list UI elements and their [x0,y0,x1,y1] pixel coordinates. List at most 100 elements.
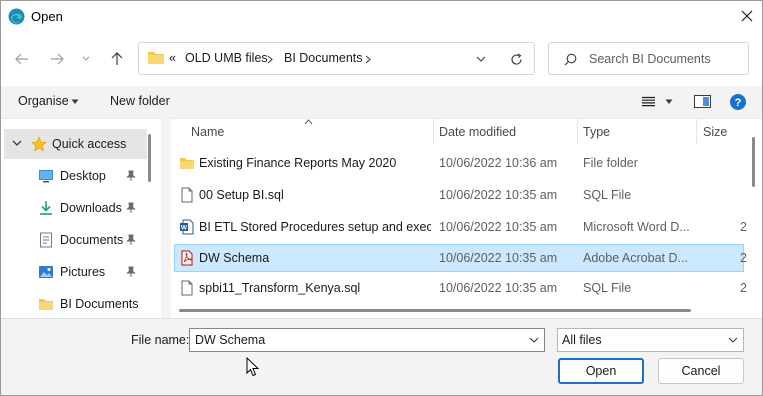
word-file-icon: W [180,219,194,235]
new-folder-button[interactable]: New folder [110,94,170,108]
breadcrumb-bi-documents[interactable]: BI Documents [284,51,363,65]
column-header-size[interactable]: Size [703,125,727,139]
file-name: 00 Setup BI.sql [199,188,284,202]
column-divider[interactable] [696,119,697,144]
back-button[interactable] [10,47,34,71]
file-size: 2 [740,281,747,295]
chevron-down-icon [71,99,79,104]
star-icon [31,136,47,152]
address-overflow[interactable]: « [169,51,176,65]
column-divider[interactable] [433,119,434,144]
navigation-bar: « OLD UMB files BI Documents Search BI D… [1,32,762,86]
documents-icon [40,232,52,248]
file-date: 10/06/2022 10:35 am [439,220,558,234]
file-date: 10/06/2022 10:35 am [439,251,558,265]
organise-menu[interactable]: Organise [18,94,69,108]
column-header-date[interactable]: Date modified [439,125,516,139]
file-name: Existing Finance Reports May 2020 [199,156,397,170]
cancel-button[interactable]: Cancel [658,358,744,384]
column-header-type[interactable]: Type [583,125,610,139]
folder-icon [180,158,194,169]
edge-browser-icon [8,8,25,25]
column-divider[interactable] [577,119,578,144]
file-date: 10/06/2022 10:35 am [439,281,558,295]
sidebar-item-desktop[interactable]: Desktop [1,161,148,191]
file-row-selected[interactable]: DW Schema 10/06/2022 10:35 am Adobe Acro… [174,244,747,272]
command-bar: Organise New folder ? [1,86,762,118]
close-button[interactable] [734,4,760,28]
file-name-label: File name: [131,333,190,347]
up-button[interactable] [105,47,129,71]
file-type-filter-value: All files [562,333,602,347]
breadcrumb-old-umb-files[interactable]: OLD UMB files [185,51,268,65]
mouse-cursor-icon [246,357,260,377]
file-name-input[interactable]: DW Schema [189,328,545,352]
view-list-icon[interactable] [642,96,655,107]
open-dialog: Open « OLD UMB files BI Documents Search… [0,0,763,396]
forward-button[interactable] [45,47,69,71]
chevron-down-icon[interactable] [476,56,486,63]
file-date: 10/06/2022 10:36 am [439,156,558,170]
search-placeholder: Search BI Documents [589,52,711,66]
file-row[interactable]: W BI ETL Stored Procedures setup and exe… [174,213,747,241]
file-type: Adobe Acrobat D... [583,251,688,265]
file-name-value: DW Schema [195,333,266,347]
sql-file-icon [181,187,193,203]
file-type: Microsoft Word D... [583,220,690,234]
arrow-left-icon [15,53,28,65]
chevron-down-icon [728,337,738,343]
search-icon [564,53,577,66]
recent-locations-button[interactable] [76,47,96,71]
refresh-icon[interactable] [510,53,523,66]
vertical-scrollbar[interactable] [752,137,755,187]
horizontal-scrollbar[interactable] [179,309,691,312]
file-type: SQL File [583,188,632,202]
file-row[interactable]: spbi11_Transform_Kenya.sql 10/06/2022 10… [174,274,747,302]
sidebar-item-bi-documents[interactable]: BI Documents [1,289,148,319]
sidebar-item-label: Quick access [52,137,127,151]
chevron-down-icon[interactable] [529,335,539,345]
column-header-row: Name Date modified Type Size [171,119,762,144]
pin-icon [126,266,136,277]
file-type-filter[interactable]: All files [557,328,744,352]
desktop-icon [39,170,53,183]
download-icon [40,201,52,215]
navigation-scrollbar[interactable] [148,134,151,182]
file-size: 2 [740,220,747,234]
sidebar-item-pictures[interactable]: Pictures [1,257,148,287]
preview-pane-icon[interactable] [694,95,711,108]
pin-icon [126,234,136,245]
pdf-file-icon [181,250,193,266]
file-name: spbi11_Transform_Kenya.sql [199,281,361,295]
sql-file-icon [181,280,193,296]
pin-icon [126,202,136,213]
sidebar-item-label: BI Documents [60,297,139,311]
file-row[interactable]: Existing Finance Reports May 2020 10/06/… [174,149,744,177]
file-date: 10/06/2022 10:35 am [439,188,558,202]
address-bar[interactable]: « OLD UMB files BI Documents [138,42,535,75]
chevron-down-icon [12,140,22,146]
file-size: 2 [740,251,747,265]
sidebar-item-quick-access[interactable]: Quick access [4,129,147,159]
search-box[interactable]: Search BI Documents [548,42,749,75]
column-header-name[interactable]: Name [191,125,224,139]
title-bar: Open [1,1,762,32]
sort-ascending-icon [304,119,313,125]
open-button[interactable]: Open [558,358,644,384]
help-icon[interactable]: ? [730,94,746,110]
sidebar-item-downloads[interactable]: Downloads [1,193,148,223]
file-list: Name Date modified Type Size Existing Fi… [171,118,762,318]
arrow-right-icon [51,53,64,65]
file-name: BI ETL Stored Procedures setup and exec.… [199,220,431,234]
pin-icon [126,170,136,181]
sidebar-item-label: Desktop [60,169,106,183]
window-title: Open [31,9,63,24]
sidebar-item-label: Pictures [60,265,106,279]
chevron-down-icon[interactable] [665,99,673,105]
svg-text:W: W [181,225,188,232]
file-name: DW Schema [199,251,270,265]
sidebar-item-label: Documents [60,233,124,247]
arrow-up-icon [111,52,123,65]
file-row[interactable]: 00 Setup BI.sql 10/06/2022 10:35 am SQL … [174,181,744,209]
sidebar-item-documents[interactable]: Documents [1,225,148,255]
